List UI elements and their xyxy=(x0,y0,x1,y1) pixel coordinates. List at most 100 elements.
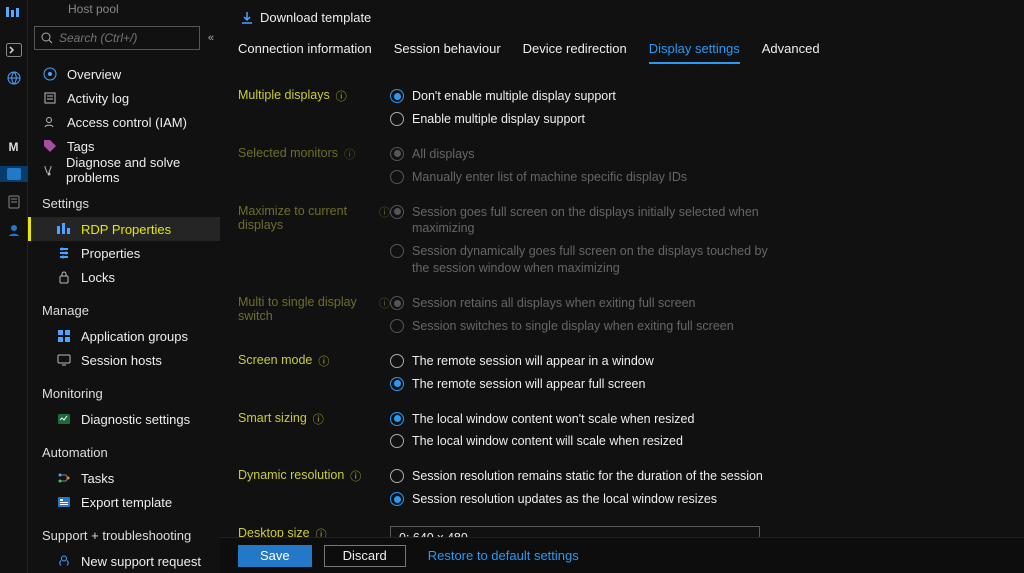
label-multi-to-single: Multi to single display switchⓘ xyxy=(238,295,390,335)
nav-heading-support: Support + troubleshooting xyxy=(28,514,220,549)
sidebar: Host pool « Overview Activity log Access… xyxy=(28,0,220,573)
nav-access-control[interactable]: Access control (IAM) xyxy=(28,110,220,134)
nav-new-support-request[interactable]: New support request xyxy=(28,549,220,573)
nav-rdp-properties[interactable]: RDP Properties xyxy=(28,217,220,241)
toolbar: Download template xyxy=(220,0,1024,41)
rail-selected-icon[interactable] xyxy=(0,166,28,182)
nav-locks[interactable]: Locks xyxy=(28,265,220,289)
nav-heading-manage: Manage xyxy=(28,289,220,324)
restore-defaults-link[interactable]: Restore to default settings xyxy=(428,548,579,563)
locks-icon xyxy=(56,270,71,285)
radio-maximize-dynamic: Session dynamically goes full screen on … xyxy=(390,243,770,277)
info-icon[interactable]: ⓘ xyxy=(313,411,324,427)
main-panel: Download template Connection information… xyxy=(220,0,1024,573)
rdp-icon xyxy=(56,222,71,237)
nav-label: Diagnostic settings xyxy=(81,412,190,427)
activity-log-icon xyxy=(42,91,57,106)
nav-application-groups[interactable]: Application groups xyxy=(28,324,220,348)
radio-multi-to-single-switch: Session switches to single display when … xyxy=(390,318,734,335)
radio-multiple-displays-on[interactable]: Enable multiple display support xyxy=(390,111,616,128)
export-template-icon xyxy=(56,495,71,510)
overview-icon xyxy=(42,67,57,82)
radio-selected-monitors-all: All displays xyxy=(390,146,687,163)
info-icon[interactable]: ⓘ xyxy=(336,88,347,104)
rail-globe-icon[interactable] xyxy=(6,70,22,86)
nav-session-hosts[interactable]: Session hosts xyxy=(28,348,220,372)
tab-device-redirection[interactable]: Device redirection xyxy=(523,41,627,64)
nav-label: Application groups xyxy=(81,329,188,344)
radio-multi-to-single-retain: Session retains all displays when exitin… xyxy=(390,295,734,312)
nav-properties[interactable]: Properties xyxy=(28,241,220,265)
download-template-button[interactable]: Download template xyxy=(240,10,371,25)
properties-icon xyxy=(56,246,71,261)
app-groups-icon xyxy=(56,329,71,344)
label-screen-mode: Screen modeⓘ xyxy=(238,353,390,393)
nav-overview[interactable]: Overview xyxy=(28,62,220,86)
label-dynamic-resolution: Dynamic resolutionⓘ xyxy=(238,468,390,508)
rail-doc-icon[interactable] xyxy=(6,194,22,210)
label-smart-sizing: Smart sizingⓘ xyxy=(238,411,390,451)
tab-session-behaviour[interactable]: Session behaviour xyxy=(394,41,501,64)
download-icon xyxy=(240,11,254,25)
diagnostic-icon xyxy=(56,412,71,427)
dropdown-desktop-size[interactable]: 0: 640 x 480 ⌄ xyxy=(390,526,760,537)
tab-advanced[interactable]: Advanced xyxy=(762,41,820,64)
radio-dynamic-resolution-static[interactable]: Session resolution remains static for th… xyxy=(390,468,763,485)
sidebar-search-input[interactable] xyxy=(59,31,193,45)
nav-label: RDP Properties xyxy=(81,222,171,237)
nav-label: Locks xyxy=(81,270,115,285)
label-maximize: Maximize to current displaysⓘ xyxy=(238,204,390,278)
info-icon[interactable]: ⓘ xyxy=(316,526,327,537)
download-template-label: Download template xyxy=(260,10,371,25)
rail-letter-m: M xyxy=(9,140,19,154)
collapse-sidebar-icon[interactable]: « xyxy=(208,32,214,44)
radio-maximize-initial: Session goes full screen on the displays… xyxy=(390,204,770,238)
info-icon[interactable]: ⓘ xyxy=(318,353,329,369)
radio-selected-monitors-manual: Manually enter list of machine specific … xyxy=(390,169,687,186)
nav-diagnostic-settings[interactable]: Diagnostic settings xyxy=(28,407,220,431)
nav-label: Activity log xyxy=(67,91,129,106)
label-selected-monitors: Selected monitorsⓘ xyxy=(238,146,390,186)
radio-smart-sizing-off[interactable]: The local window content won't scale whe… xyxy=(390,411,694,428)
save-button[interactable]: Save xyxy=(238,545,312,567)
tab-display-settings[interactable]: Display settings xyxy=(649,41,740,64)
nav-label: Diagnose and solve problems xyxy=(66,155,220,185)
info-icon[interactable]: ⓘ xyxy=(379,295,390,311)
nav-heading-monitoring: Monitoring xyxy=(28,372,220,407)
rail-person-icon[interactable] xyxy=(6,222,22,238)
nav-label: Overview xyxy=(67,67,121,82)
nav-label: Properties xyxy=(81,246,140,261)
access-control-icon xyxy=(42,115,57,130)
radio-multiple-displays-off[interactable]: Don't enable multiple display support xyxy=(390,88,616,105)
radio-smart-sizing-on[interactable]: The local window content will scale when… xyxy=(390,433,694,450)
tags-icon xyxy=(42,139,57,154)
nav-diagnose[interactable]: Diagnose and solve problems xyxy=(28,158,220,182)
discard-button[interactable]: Discard xyxy=(324,545,406,567)
info-icon[interactable]: ⓘ xyxy=(350,468,361,484)
radio-dynamic-resolution-dynamic[interactable]: Session resolution updates as the local … xyxy=(390,491,763,508)
tasks-icon xyxy=(56,471,71,486)
info-icon[interactable]: ⓘ xyxy=(344,146,355,162)
diagnose-icon xyxy=(42,163,56,178)
nav-label: Access control (IAM) xyxy=(67,115,187,130)
search-icon xyxy=(41,32,53,44)
nav-label: Tags xyxy=(67,139,94,154)
nav-export-template[interactable]: Export template xyxy=(28,490,220,514)
info-icon[interactable]: ⓘ xyxy=(379,204,390,220)
settings-content: Multiple displaysⓘ Don't enable multiple… xyxy=(220,74,1024,537)
nav-activity-log[interactable]: Activity log xyxy=(28,86,220,110)
sidebar-search[interactable] xyxy=(34,26,200,50)
tab-connection-information[interactable]: Connection information xyxy=(238,41,372,64)
nav-label: Export template xyxy=(81,495,172,510)
nav-heading-settings: Settings xyxy=(28,182,220,217)
nav-label: Tasks xyxy=(81,471,114,486)
radio-screen-mode-window[interactable]: The remote session will appear in a wind… xyxy=(390,353,654,370)
resource-type-label: Host pool xyxy=(28,0,220,26)
rail-bars-icon[interactable] xyxy=(6,4,22,20)
rail-cloudshell-icon[interactable] xyxy=(6,42,22,58)
radio-screen-mode-fullscreen[interactable]: The remote session will appear full scre… xyxy=(390,376,654,393)
session-hosts-icon xyxy=(56,353,71,368)
label-desktop-size: Desktop sizeⓘ xyxy=(238,526,390,537)
left-rail: M xyxy=(0,0,28,573)
nav-tasks[interactable]: Tasks xyxy=(28,466,220,490)
